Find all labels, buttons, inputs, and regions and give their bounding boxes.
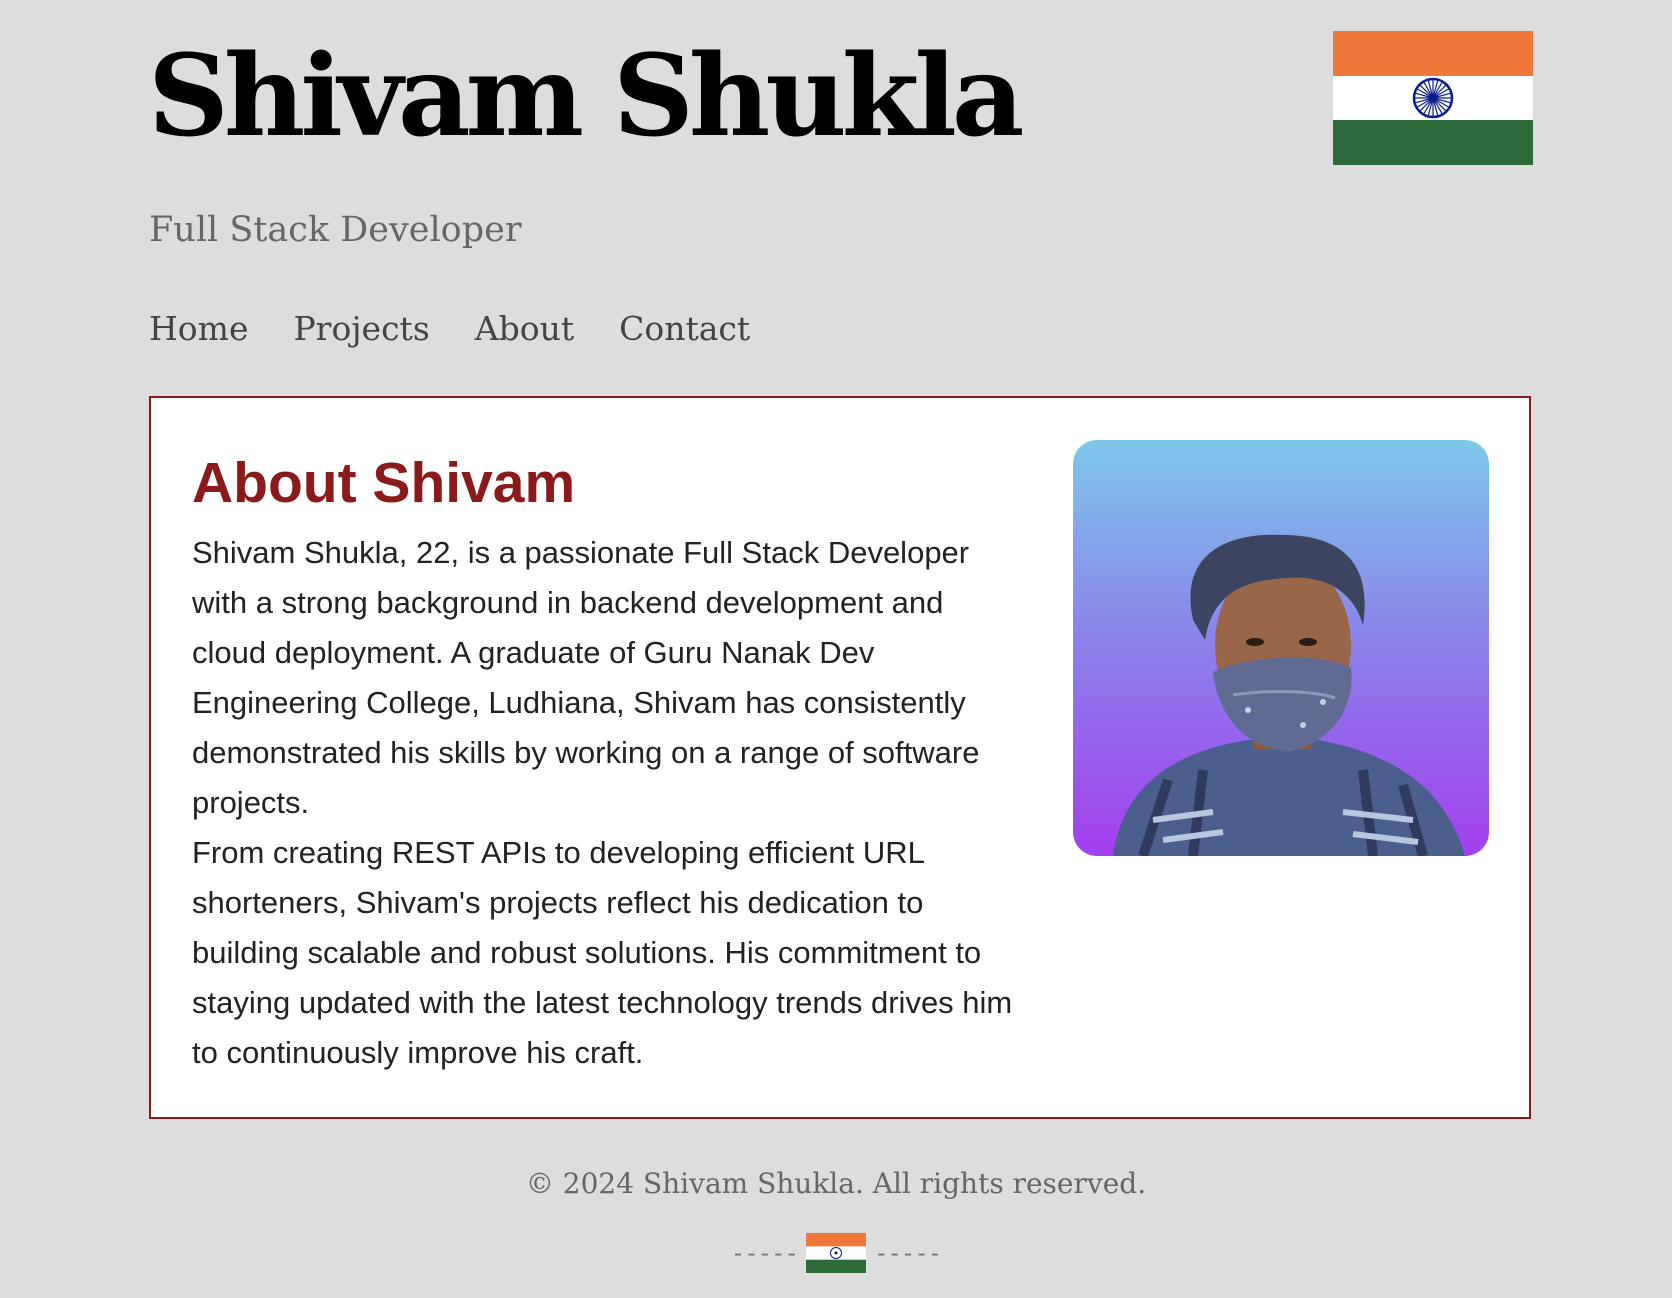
footer-dashes-right: ----- xyxy=(874,1239,942,1267)
site-title: Shivam Shukla xyxy=(148,31,1024,162)
about-heading: About Shivam xyxy=(192,451,576,515)
about-card: About Shivam Shivam Shukla, 22, is a pas… xyxy=(149,396,1531,1119)
main-nav: Home Projects About Contact xyxy=(149,300,750,356)
nav-about-link[interactable]: About xyxy=(475,309,574,348)
footer-flag-divider: ----- ----- xyxy=(0,1232,1672,1274)
india-flag-small-icon xyxy=(806,1233,866,1273)
profile-photo xyxy=(1073,440,1489,856)
page-subtitle: Full Stack Developer xyxy=(149,210,522,250)
about-text: Shivam Shukla, 22, is a passionate Full … xyxy=(192,528,1022,1078)
profile-portrait-icon xyxy=(1113,534,1465,856)
about-paragraph: From creating REST APIs to developing ef… xyxy=(192,835,1013,1070)
nav-home-link[interactable]: Home xyxy=(149,309,248,348)
nav-contact-link[interactable]: Contact xyxy=(619,309,750,348)
about-paragraph: Shivam Shukla, 22, is a passionate Full … xyxy=(192,535,980,820)
footer-copyright: © 2024 Shivam Shukla. All rights reserve… xyxy=(525,1167,1147,1200)
footer-dashes-left: ----- xyxy=(730,1239,799,1267)
india-flag-icon xyxy=(1333,31,1533,165)
nav-projects-link[interactable]: Projects xyxy=(293,309,429,348)
